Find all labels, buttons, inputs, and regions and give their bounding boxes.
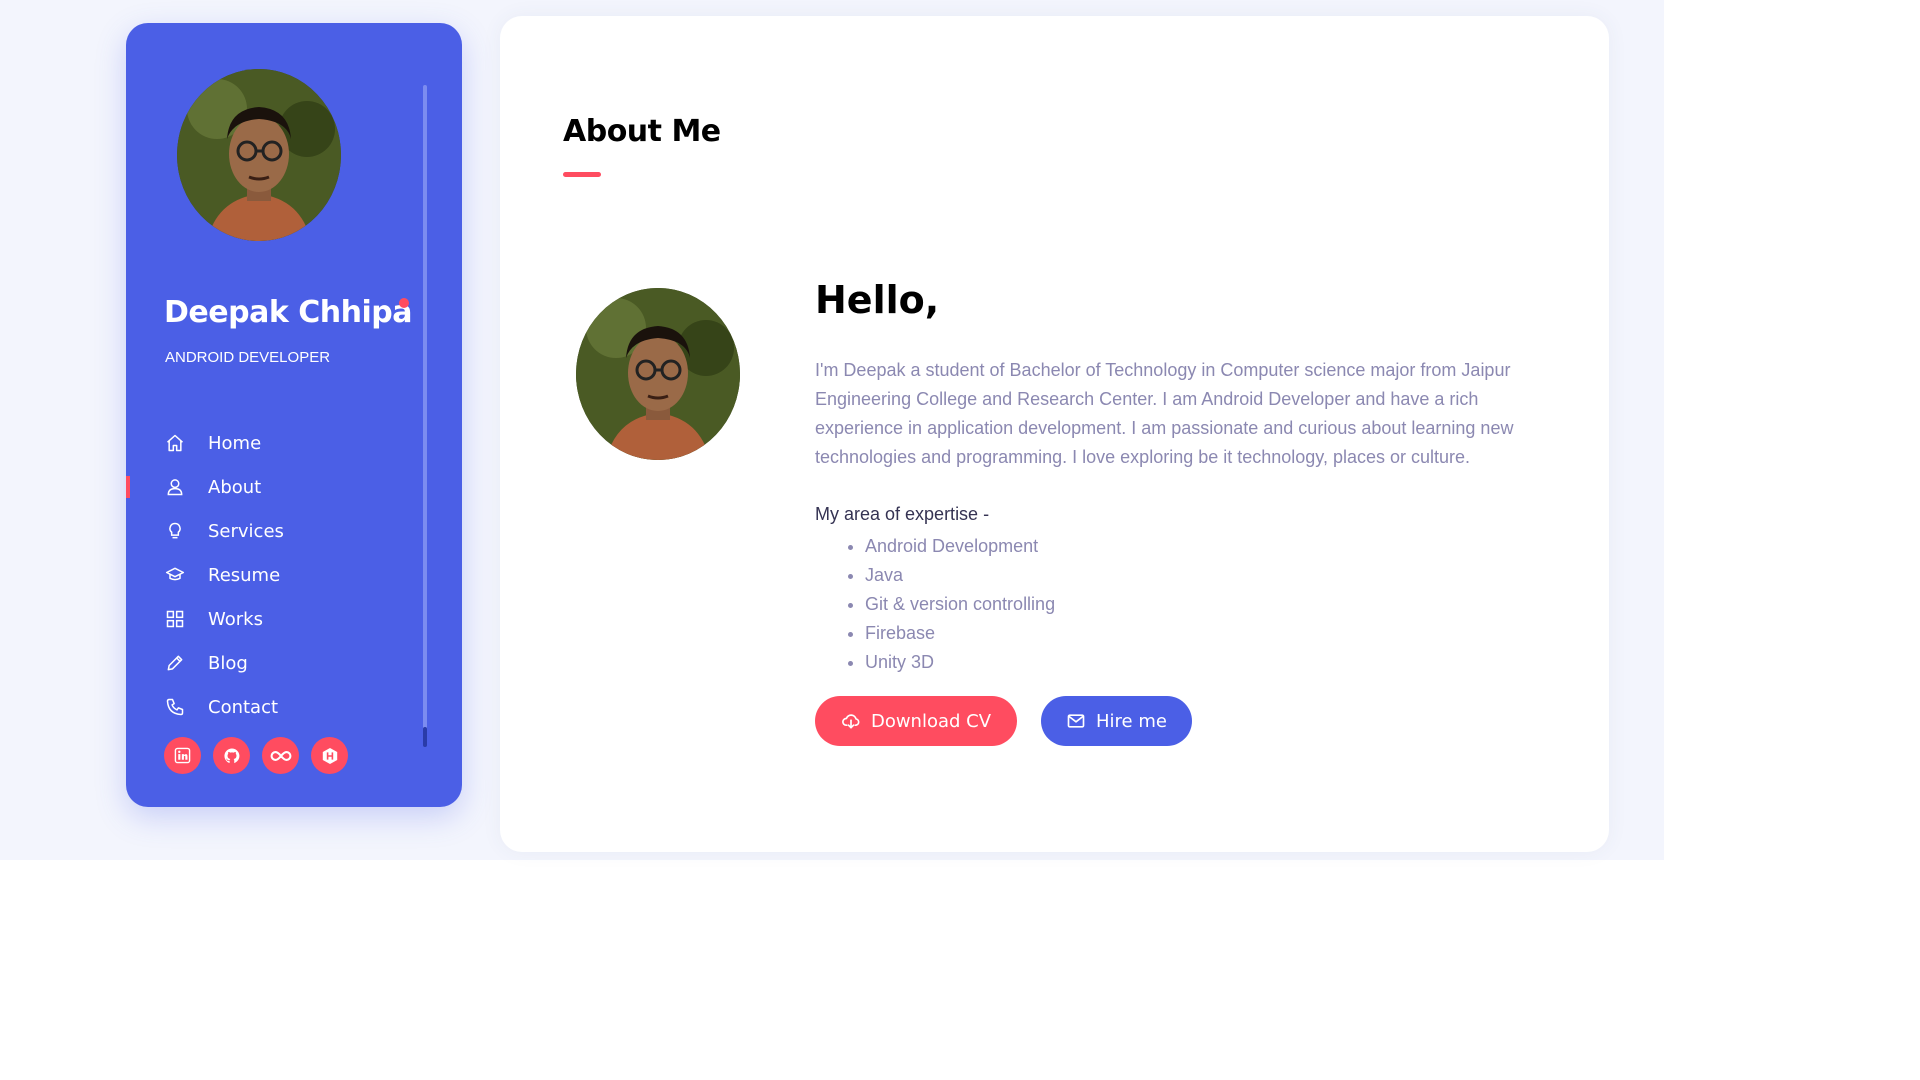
infinity-icon	[270, 750, 291, 761]
hackerrank-link[interactable]	[311, 737, 348, 774]
sidebar-item-contact[interactable]: Contact	[126, 685, 426, 729]
pencil-icon	[164, 652, 186, 674]
hackerrank-icon	[322, 747, 337, 764]
greeting-heading: Hello,	[815, 278, 940, 322]
sidebar-item-about[interactable]: About	[126, 465, 426, 509]
sidebar-scrollbar-thumb[interactable]	[423, 727, 427, 747]
list-item: Firebase	[865, 619, 1055, 648]
portrait-image	[177, 69, 341, 241]
list-item: Java	[865, 561, 1055, 590]
home-icon	[164, 432, 186, 454]
sidebar-item-label: Blog	[208, 652, 248, 674]
sidebar-item-label: Contact	[208, 696, 279, 718]
about-section: About Me Hello, I'm Deepak a student of …	[500, 16, 1609, 852]
expertise-list: Android Development Java Git & version c…	[815, 532, 1055, 677]
list-item: Git & version controlling	[865, 590, 1055, 619]
sidebar-item-home[interactable]: Home	[126, 421, 426, 465]
sidebar-item-label: Home	[208, 432, 262, 454]
envelope-icon	[1067, 714, 1085, 728]
profile-name: Deepak Chhipa	[164, 295, 412, 330]
sidebar: Deepak Chhipa ANDROID DEVELOPER Home Abo…	[126, 23, 462, 807]
sidebar-item-blog[interactable]: Blog	[126, 641, 426, 685]
profile-role: ANDROID DEVELOPER	[165, 349, 331, 366]
github-link[interactable]	[213, 737, 250, 774]
sidebar-item-label: Works	[208, 608, 263, 630]
linkedin-link[interactable]	[164, 737, 201, 774]
section-title: About Me	[563, 114, 721, 149]
name-dot-decoration	[399, 298, 409, 308]
cloud-download-icon	[842, 714, 860, 729]
profile-avatar	[177, 69, 341, 241]
user-icon	[164, 476, 186, 498]
sidebar-item-services[interactable]: Services	[126, 509, 426, 553]
github-icon	[223, 747, 239, 763]
sidebar-item-label: Resume	[208, 564, 281, 586]
linkedin-icon	[174, 747, 191, 764]
sidebar-nav: Home About Services Resume Works Blog Co…	[126, 421, 426, 729]
portrait-image	[576, 288, 740, 460]
sidebar-item-label: About	[208, 476, 262, 498]
expertise-heading: My area of expertise -	[815, 504, 990, 524]
download-cv-label: Download CV	[870, 710, 992, 732]
infinity-link[interactable]	[262, 737, 299, 774]
graduation-cap-icon	[164, 564, 186, 586]
about-avatar	[576, 288, 740, 460]
download-cv-button[interactable]: Download CV	[815, 696, 1017, 746]
hire-me-button[interactable]: Hire me	[1041, 696, 1192, 746]
social-links	[164, 737, 348, 774]
phone-icon	[164, 696, 186, 718]
sidebar-item-works[interactable]: Works	[126, 597, 426, 641]
bio-paragraph: I'm Deepak a student of Bachelor of Tech…	[815, 360, 1514, 467]
list-item: Android Development	[865, 532, 1055, 561]
hire-me-label: Hire me	[1096, 710, 1167, 732]
list-item: Unity 3D	[865, 648, 1055, 677]
sidebar-item-label: Services	[208, 520, 284, 542]
lightbulb-icon	[164, 520, 186, 542]
title-underline	[563, 172, 601, 177]
grid-icon	[164, 608, 186, 630]
sidebar-item-resume[interactable]: Resume	[126, 553, 426, 597]
